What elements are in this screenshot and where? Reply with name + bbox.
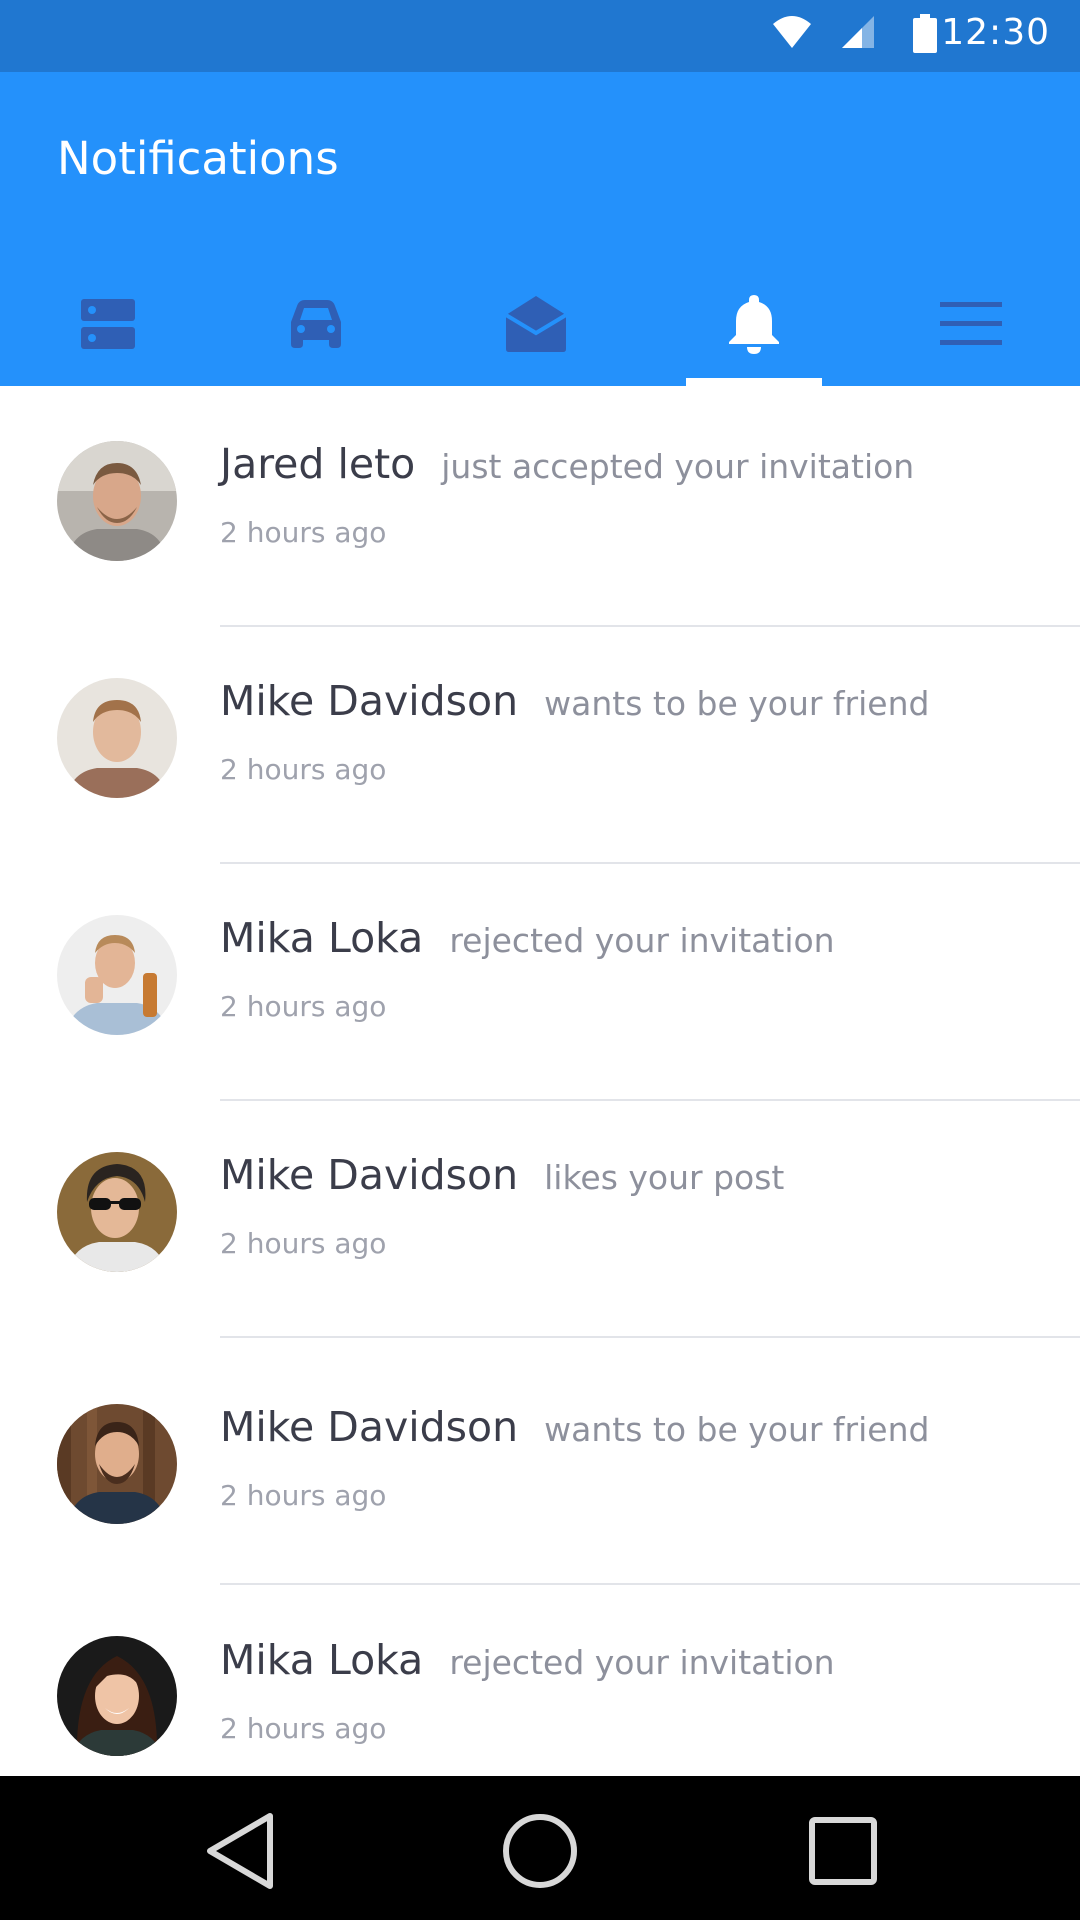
- tab-mail[interactable]: [428, 262, 644, 386]
- user-name: Mike Davidson: [220, 677, 519, 725]
- avatar: [57, 915, 177, 1035]
- avatar: [57, 441, 177, 561]
- cell-signal-icon: [842, 16, 874, 48]
- user-name: Mike Davidson: [220, 1403, 519, 1451]
- notification-time: 2 hours ago: [220, 1227, 387, 1260]
- notification-action: likes your post: [544, 1158, 785, 1197]
- menu-icon: [940, 302, 1002, 345]
- notification-time: 2 hours ago: [220, 1479, 387, 1512]
- user-name: Mika Loka: [220, 914, 424, 962]
- car-icon: [291, 300, 341, 348]
- status-time: 12:30: [941, 12, 1050, 53]
- notification-item[interactable]: Mike Davidson likes your post 2 hours ago: [0, 1097, 1080, 1338]
- notification-action: rejected your invitation: [449, 1643, 835, 1682]
- notification-line: Jared leto just accepted your invitation: [220, 440, 914, 488]
- user-name: Jared leto: [220, 440, 416, 488]
- notification-time: 2 hours ago: [220, 753, 387, 786]
- notification-time: 2 hours ago: [220, 1712, 387, 1745]
- app-bar: Notifications: [0, 72, 1080, 386]
- bell-icon: [729, 295, 779, 354]
- tab-menu[interactable]: [863, 262, 1079, 386]
- notification-item[interactable]: Mika Loka rejected your invitation 2 hour…: [0, 860, 1080, 1101]
- avatar: [57, 1636, 177, 1756]
- notification-action: wants to be your friend: [544, 1410, 930, 1449]
- notification-line: Mike Davidson wants to be your friend: [220, 1403, 929, 1451]
- status-bar: 12:30: [0, 0, 1080, 72]
- notification-action: just accepted your invitation: [441, 447, 915, 486]
- notification-item[interactable]: Jared leto just accepted your invitation …: [0, 386, 1080, 627]
- tab-storage[interactable]: [0, 262, 216, 386]
- wifi-icon: [773, 16, 811, 48]
- avatar: [57, 1152, 177, 1272]
- mail-open-icon: [505, 296, 567, 352]
- system-nav-bar: [0, 1776, 1080, 1920]
- notification-item[interactable]: Mike Davidson wants to be your friend 2 h…: [0, 623, 1080, 864]
- page-title: Notifications: [57, 132, 339, 185]
- storage-icon: [81, 299, 135, 349]
- notification-line: Mike Davidson wants to be your friend: [220, 677, 929, 725]
- notification-action: wants to be your friend: [544, 684, 930, 723]
- tab-notifications[interactable]: [646, 262, 862, 386]
- notification-time: 2 hours ago: [220, 990, 387, 1023]
- notification-time: 2 hours ago: [220, 516, 387, 549]
- recents-icon[interactable]: [798, 1806, 888, 1896]
- avatar: [57, 1404, 177, 1524]
- notification-line: Mika Loka rejected your invitation: [220, 914, 835, 962]
- notification-line: Mika Loka rejected your invitation: [220, 1636, 835, 1684]
- battery-icon: [913, 14, 937, 53]
- home-icon[interactable]: [495, 1806, 585, 1896]
- avatar: [57, 678, 177, 798]
- notification-line: Mike Davidson likes your post: [220, 1151, 784, 1199]
- back-icon[interactable]: [194, 1806, 284, 1896]
- notification-item[interactable]: Mike Davidson wants to be your friend 2 h…: [0, 1334, 1080, 1585]
- notification-action: rejected your invitation: [449, 921, 835, 960]
- tab-car[interactable]: [208, 262, 424, 386]
- user-name: Mika Loka: [220, 1636, 424, 1684]
- active-tab-indicator: [686, 378, 822, 386]
- user-name: Mike Davidson: [220, 1151, 519, 1199]
